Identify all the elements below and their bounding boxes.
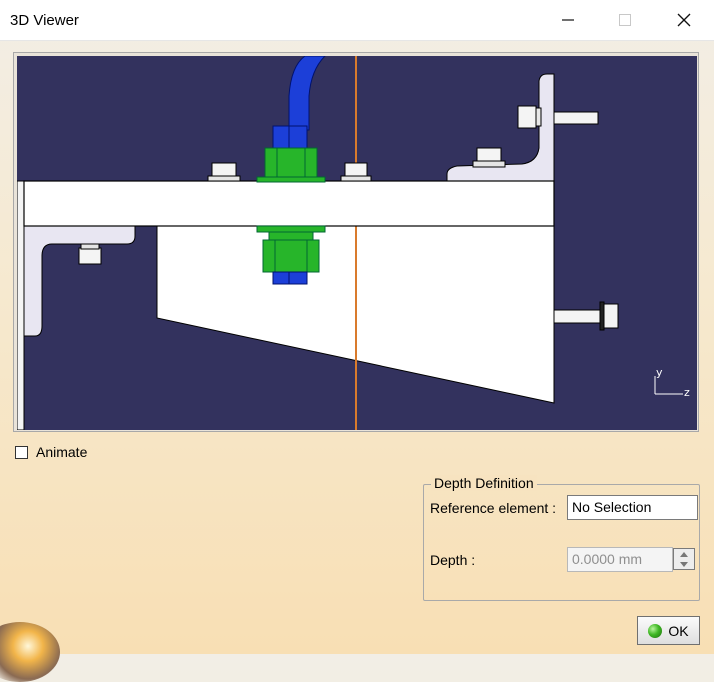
- maximize-icon: [619, 14, 631, 26]
- animate-checkbox-row[interactable]: Animate: [15, 444, 87, 460]
- bolt-right-bottom: [553, 309, 601, 324]
- spin-up-button[interactable]: [674, 549, 694, 559]
- 3d-viewport[interactable]: y z: [17, 56, 697, 430]
- viewer-frame: y z: [13, 52, 699, 432]
- ok-label: OK: [668, 622, 689, 639]
- minimize-icon: [562, 19, 574, 21]
- reference-element-field[interactable]: No Selection: [567, 495, 698, 520]
- close-icon: [677, 13, 691, 27]
- axis-label-z: z: [684, 386, 690, 399]
- spin-up-icon: [680, 551, 688, 557]
- close-button[interactable]: [661, 0, 707, 40]
- bolt-lower-left: [78, 247, 102, 265]
- minimize-button[interactable]: [545, 0, 591, 40]
- depth-field[interactable]: 0.0000 mm: [567, 547, 673, 572]
- title-bar: 3D Viewer: [0, 0, 714, 41]
- green-ball-icon: [648, 623, 663, 638]
- spin-down-icon: [680, 561, 688, 567]
- spin-down-button[interactable]: [674, 559, 694, 569]
- decorative-corner-graphic: [0, 622, 60, 682]
- depth-label: Depth :: [430, 552, 476, 568]
- bolt-right-top: [553, 111, 599, 125]
- reference-element-label: Reference element :: [430, 500, 557, 516]
- maximize-button[interactable]: [602, 0, 648, 40]
- window-title: 3D Viewer: [10, 12, 79, 29]
- main-flange: [23, 180, 555, 227]
- depth-spinner[interactable]: [673, 548, 695, 570]
- animate-label: Animate: [36, 444, 88, 460]
- axis-label-y: y: [656, 366, 663, 379]
- ok-button[interactable]: OK: [637, 616, 700, 645]
- depth-definition-title: Depth Definition: [431, 475, 537, 491]
- animate-checkbox[interactable]: [15, 445, 28, 459]
